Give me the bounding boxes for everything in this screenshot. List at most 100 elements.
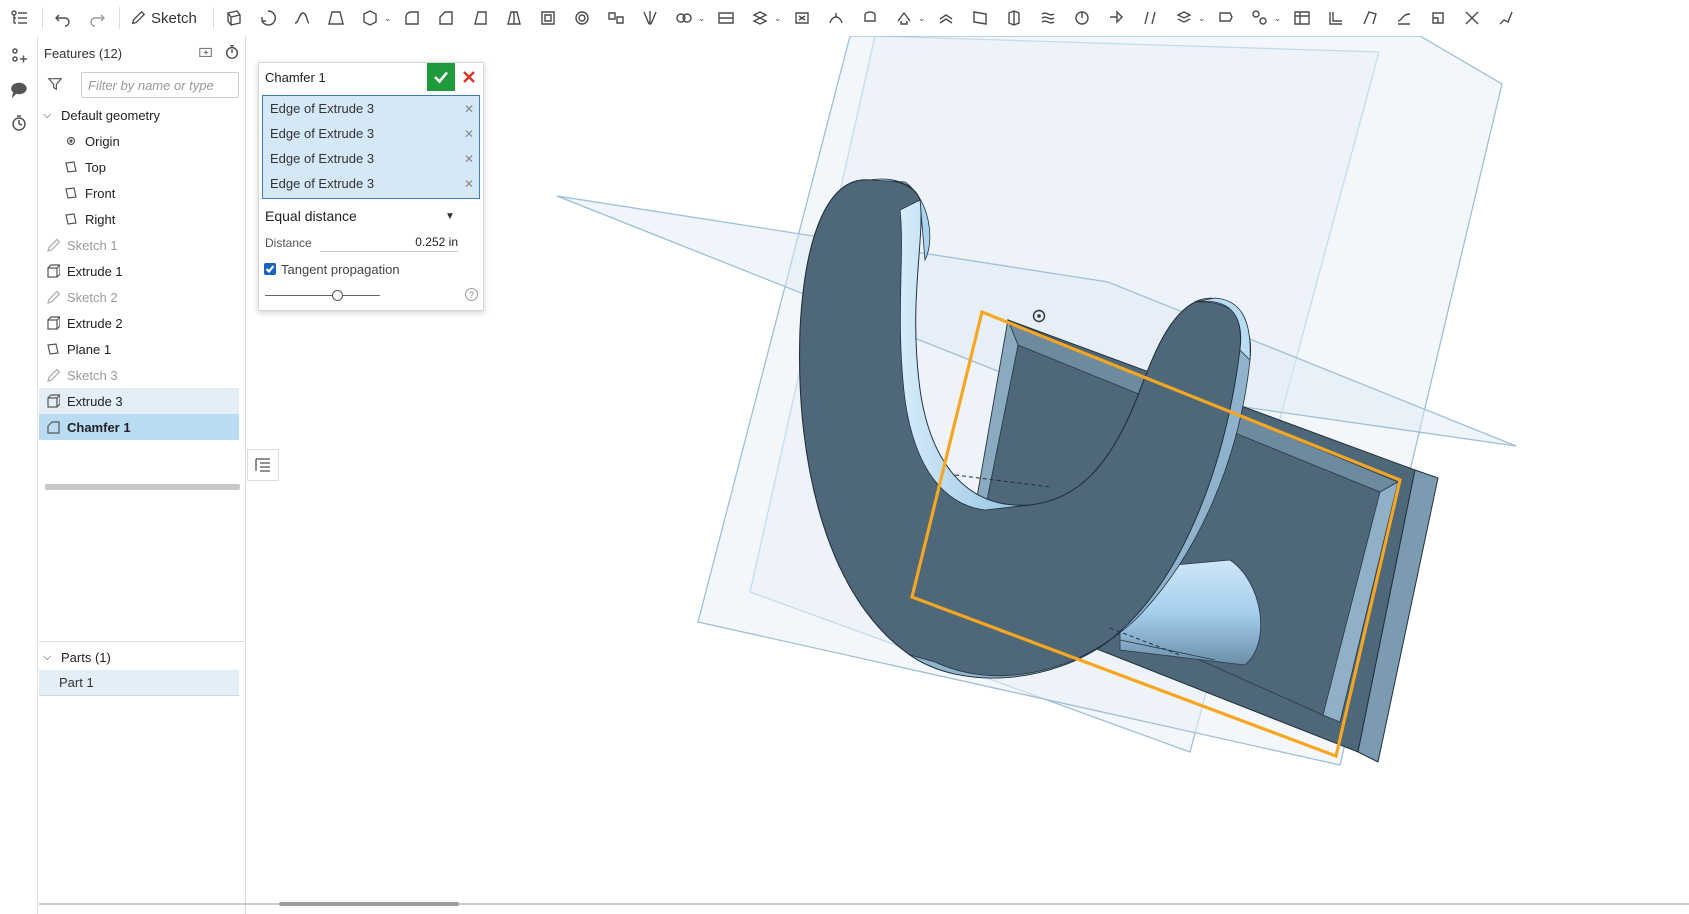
bend-icon[interactable] [1288,4,1316,32]
chevron-down-icon[interactable]: ⌄ [774,13,782,24]
thicken-icon[interactable] [356,4,384,32]
mirror-icon[interactable] [636,4,664,32]
feature-item-plane-1[interactable]: Plane 1 [39,336,239,362]
hole-icon[interactable] [568,4,596,32]
surface-icon[interactable] [1246,4,1274,32]
list-icon [255,458,270,472]
tangent-propagation-checkbox[interactable] [264,263,276,275]
feature-item-sketch-1[interactable]: Sketch 1 [39,232,239,258]
feature-item-right[interactable]: Right [39,206,239,232]
feature-item-label: Sketch 3 [67,367,118,383]
fit-spline-icon[interactable] [1068,4,1096,32]
distance-input[interactable]: 0.252 in [320,235,458,252]
transform-icon[interactable] [746,4,774,32]
chamfer-icon[interactable] [432,4,460,32]
feature-tools-group: ⌄ ⌄ ⌄ ⌄ ⌄ ⌄ [220,4,1526,32]
feature-list-toggle-icon[interactable] [6,4,34,32]
helix-icon[interactable] [1034,4,1062,32]
extrude-icon[interactable] [220,4,248,32]
chamfer-slider[interactable]: ? [265,283,480,307]
3d-viewport[interactable] [280,36,1689,896]
fillet-icon[interactable] [398,4,426,32]
edge-selection-item[interactable]: Edge of Extrude 3 ✕ [263,146,479,171]
chevron-down-icon[interactable]: ⌄ [698,13,706,24]
split-icon[interactable] [712,4,740,32]
shell-icon[interactable] [534,4,562,32]
filter-funnel-icon[interactable] [47,76,69,95]
history-icon[interactable] [0,106,38,140]
hem-icon[interactable] [1356,4,1384,32]
linear-pattern-icon[interactable] [602,4,630,32]
feature-item-sketch-3[interactable]: Sketch 3 [39,362,239,388]
chevron-down-icon[interactable]: ⌄ [1274,13,1282,24]
mate-connector-icon[interactable] [1000,4,1028,32]
edge-selection-item[interactable]: Edge of Extrude 3 ✕ [263,171,479,196]
variable-icon[interactable] [1102,4,1130,32]
variable-table-icon[interactable] [1136,4,1164,32]
feature-item-extrude-3[interactable]: Extrude 3 [39,388,239,414]
chevron-down-icon[interactable]: ⌄ [918,13,926,24]
edge-selection-item[interactable]: Edge of Extrude 3 ✕ [263,96,479,121]
undo-icon[interactable] [49,4,77,32]
feature-item-label: Extrude 1 [67,263,123,279]
chevron-down-icon[interactable]: ⌵ [43,109,57,122]
feature-filter-input[interactable] [81,72,239,98]
chevron-down-icon[interactable]: ⌄ [1198,13,1206,24]
toolbar-separator [212,7,214,29]
scrollbar-thumb[interactable] [279,902,459,906]
loft-icon[interactable] [322,4,350,32]
boolean-icon[interactable] [670,4,698,32]
table-icon[interactable] [1492,4,1520,32]
sweep-icon[interactable] [288,4,316,32]
feature-item-front[interactable]: Front [39,180,239,206]
remove-edge-icon[interactable]: ✕ [459,102,479,116]
revolve-icon[interactable] [254,4,282,32]
sheet-metal-icon[interactable] [1170,4,1198,32]
frame-icon[interactable] [1212,4,1240,32]
slider-track[interactable] [265,295,380,296]
edge-selection-item[interactable]: Edge of Extrude 3 ✕ [263,121,479,146]
delete-face-icon[interactable] [856,4,884,32]
help-icon[interactable]: ? [465,288,478,301]
edge-selection-list[interactable]: Edge of Extrude 3 ✕ Edge of Extrude 3 ✕ Edge… [262,95,480,199]
tree-default-geometry[interactable]: ⌵ Default geometry [39,102,245,128]
list-toggle-button[interactable] [247,449,279,481]
part-item[interactable]: Part 1 [39,670,239,696]
tab-icon[interactable] [1390,4,1418,32]
chevron-down-icon[interactable]: ⌄ [384,13,392,24]
remove-edge-icon[interactable]: ✕ [459,152,479,166]
feature-item-origin[interactable]: Origin [39,128,239,154]
add-folder-icon[interactable] [193,44,219,63]
rib-icon[interactable] [500,4,528,32]
modify-fillet-icon[interactable] [822,4,850,32]
feature-item-top[interactable]: Top [39,154,239,180]
flange-icon[interactable] [1322,4,1350,32]
corner-icon[interactable] [1424,4,1452,32]
feature-item-extrude-2[interactable]: Extrude 2 [39,310,239,336]
rollback-bar[interactable] [45,484,240,490]
sketch-button[interactable]: Sketch [126,10,201,27]
feature-item-sketch-2[interactable]: Sketch 2 [39,284,239,310]
replace-face-icon[interactable] [932,4,960,32]
slider-thumb[interactable] [332,290,343,301]
chevron-down-icon[interactable]: ⌵ [43,651,57,664]
parts-header[interactable]: ⌵ Parts (1) [39,644,245,670]
plane-icon[interactable] [966,4,994,32]
remove-edge-icon[interactable]: ✕ [459,177,479,191]
redo-icon[interactable] [83,4,111,32]
comment-icon[interactable] [0,72,38,106]
tangent-propagation-row[interactable]: Tangent propagation [264,257,480,281]
break-icon[interactable] [1458,4,1486,32]
delete-part-icon[interactable] [788,4,816,32]
move-face-icon[interactable] [890,4,918,32]
feature-item-chamfer-1[interactable]: Chamfer 1 [39,414,239,440]
draft-icon[interactable] [466,4,494,32]
bottom-scrollbar[interactable] [39,899,1689,914]
feature-item-extrude-1[interactable]: Extrude 1 [39,258,239,284]
rollback-timer-icon[interactable] [219,44,245,63]
add-part-icon[interactable] [0,38,38,72]
chamfer-type-select[interactable]: Equal distance ▼ [262,203,480,229]
remove-edge-icon[interactable]: ✕ [459,127,479,141]
cancel-button[interactable] [455,63,483,91]
accept-button[interactable] [427,63,455,91]
